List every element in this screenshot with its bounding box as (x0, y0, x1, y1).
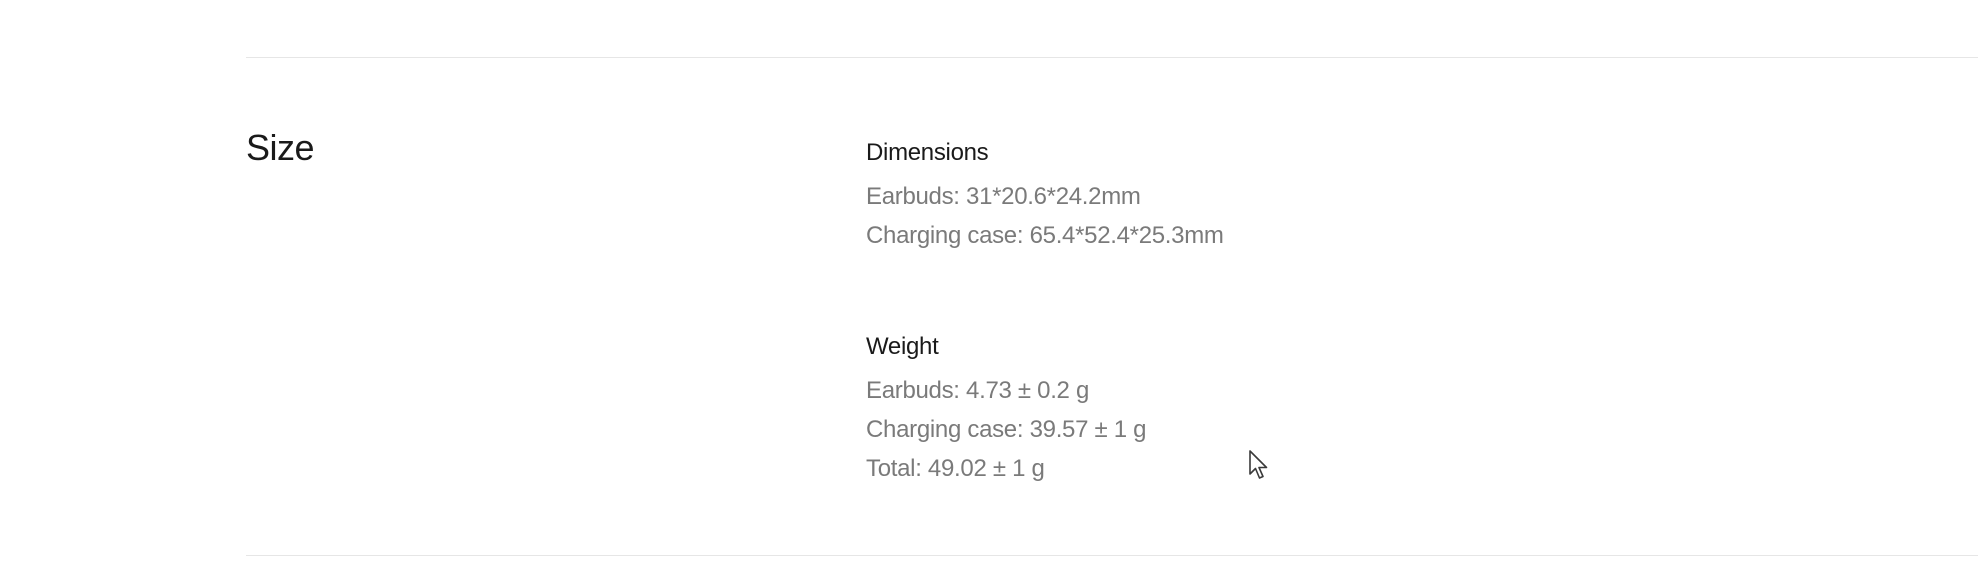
weight-spec: Weight Earbuds: 4.73 ± 0.2 g Charging ca… (866, 331, 1147, 488)
dimensions-earbuds: Earbuds: 31*20.6*24.2mm (866, 183, 1141, 210)
weight-earbuds: Earbuds: 4.73 ± 0.2 g (866, 377, 1090, 404)
dimensions-charging-case: Charging case: 65.4*52.4*25.3mm (866, 222, 1224, 249)
weight-heading: Weight (866, 333, 939, 360)
weight-charging-case: Charging case: 39.57 ± 1 g (866, 416, 1147, 443)
dimensions-heading: Dimensions (866, 139, 989, 166)
section-divider-bottom (246, 555, 1978, 556)
weight-total: Total: 49.02 ± 1 g (866, 455, 1045, 482)
dimensions-spec: Dimensions Earbuds: 31*20.6*24.2mm Charg… (866, 137, 1224, 255)
section-divider-top (246, 57, 1978, 58)
spec-page: Size Dimensions Earbuds: 31*20.6*24.2mm … (0, 0, 1978, 573)
mouse-pointer-icon (1249, 450, 1268, 479)
section-title: Size (246, 127, 315, 168)
